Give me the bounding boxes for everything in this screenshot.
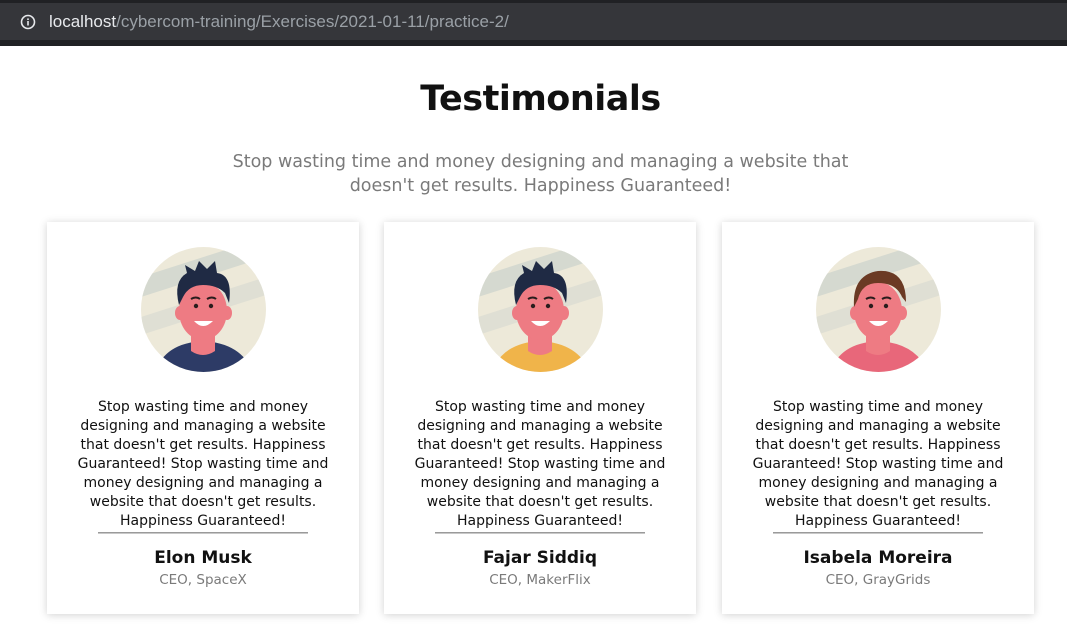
page-subtitle: Stop wasting time and money designing an… bbox=[232, 152, 849, 196]
testimonial-quote: Stop wasting time and money designing an… bbox=[752, 399, 1004, 529]
testimonial-quote: Stop wasting time and money designing an… bbox=[414, 399, 666, 529]
testimonial-name: Elon Musk bbox=[154, 548, 252, 568]
avatar bbox=[141, 247, 266, 372]
avatar bbox=[478, 247, 603, 372]
testimonial-role: CEO, MakerFlix bbox=[489, 572, 591, 588]
testimonial-card: Stop wasting time and money designing an… bbox=[47, 222, 359, 614]
url-path: /cybercom-training/Exercises/2021-01-11/… bbox=[116, 12, 509, 31]
url-text[interactable]: localhost/cybercom-training/Exercises/20… bbox=[49, 12, 509, 32]
page-title: Testimonials bbox=[420, 79, 661, 119]
testimonial-quote: Stop wasting time and money designing an… bbox=[77, 399, 329, 529]
url-host: localhost bbox=[49, 12, 117, 31]
testimonial-card: Stop wasting time and money designing an… bbox=[384, 222, 696, 614]
divider bbox=[435, 532, 645, 534]
divider bbox=[98, 532, 308, 534]
browser-toolbar: localhost/cybercom-training/Exercises/20… bbox=[0, 0, 1067, 46]
testimonial-role: CEO, GrayGrids bbox=[825, 572, 931, 588]
address-bar[interactable]: localhost/cybercom-training/Exercises/20… bbox=[0, 3, 1067, 40]
testimonial-card: Stop wasting time and money designing an… bbox=[722, 222, 1034, 614]
testimonial-name: Isabela Moreira bbox=[803, 548, 953, 568]
testimonial-role: CEO, SpaceX bbox=[159, 572, 247, 588]
avatar bbox=[816, 247, 941, 372]
divider bbox=[773, 532, 983, 534]
info-icon[interactable] bbox=[20, 14, 36, 30]
testimonial-name: Fajar Siddiq bbox=[482, 548, 598, 568]
page-content: Testimonials Stop wasting time and money… bbox=[0, 46, 1067, 631]
